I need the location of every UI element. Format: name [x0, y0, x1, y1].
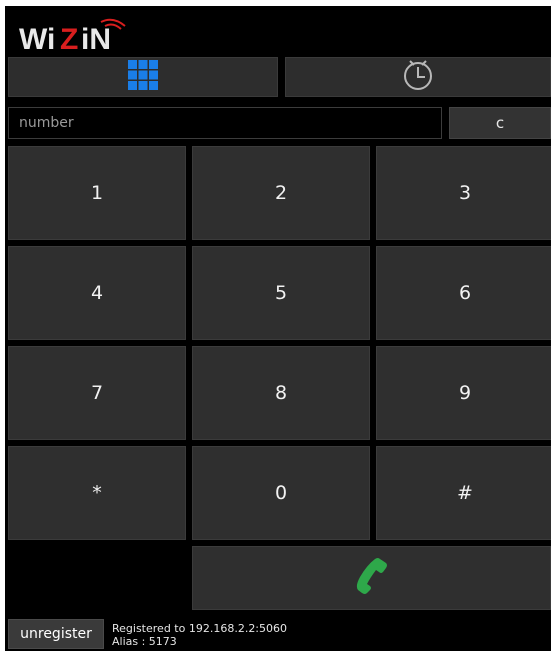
key-hash[interactable]: # — [376, 446, 551, 540]
key-0[interactable]: 0 — [192, 446, 370, 540]
keypad: 1 2 3 4 5 6 7 8 9 * 0 # — [8, 146, 551, 540]
key-4[interactable]: 4 — [8, 246, 186, 340]
unregister-button[interactable]: unregister — [8, 619, 104, 649]
clock-history-icon — [401, 58, 435, 96]
dialpad-grid-icon — [127, 59, 159, 95]
tab-call-history[interactable] — [285, 57, 551, 97]
phone-call-icon — [354, 556, 390, 600]
call-button[interactable] — [192, 546, 551, 610]
key-6[interactable]: 6 — [376, 246, 551, 340]
key-2[interactable]: 2 — [192, 146, 370, 240]
clear-button[interactable]: c — [449, 107, 551, 139]
wizin-logo: Wi Z iN — [15, 12, 165, 56]
registered-text: Registered to 192.168.2.2:5060 — [112, 622, 288, 635]
key-8[interactable]: 8 — [192, 346, 370, 440]
key-7[interactable]: 7 — [8, 346, 186, 440]
key-9[interactable]: 9 — [376, 346, 551, 440]
key-1[interactable]: 1 — [8, 146, 186, 240]
tab-dialpad[interactable] — [8, 57, 278, 97]
svg-text:Z: Z — [60, 23, 78, 56]
app-screen: Wi Z iN number c 1 2 3 4 5 6 7 8 9 * 0 #… — [5, 6, 551, 651]
alias-text: Alias : 5173 — [112, 635, 177, 648]
number-input[interactable] — [8, 107, 442, 139]
key-5[interactable]: 5 — [192, 246, 370, 340]
registration-status: Registered to 192.168.2.2:5060 Alias : 5… — [112, 622, 287, 648]
key-3[interactable]: 3 — [376, 146, 551, 240]
svg-text:Wi: Wi — [19, 23, 55, 56]
svg-text:iN: iN — [81, 23, 111, 56]
key-star[interactable]: * — [8, 446, 186, 540]
